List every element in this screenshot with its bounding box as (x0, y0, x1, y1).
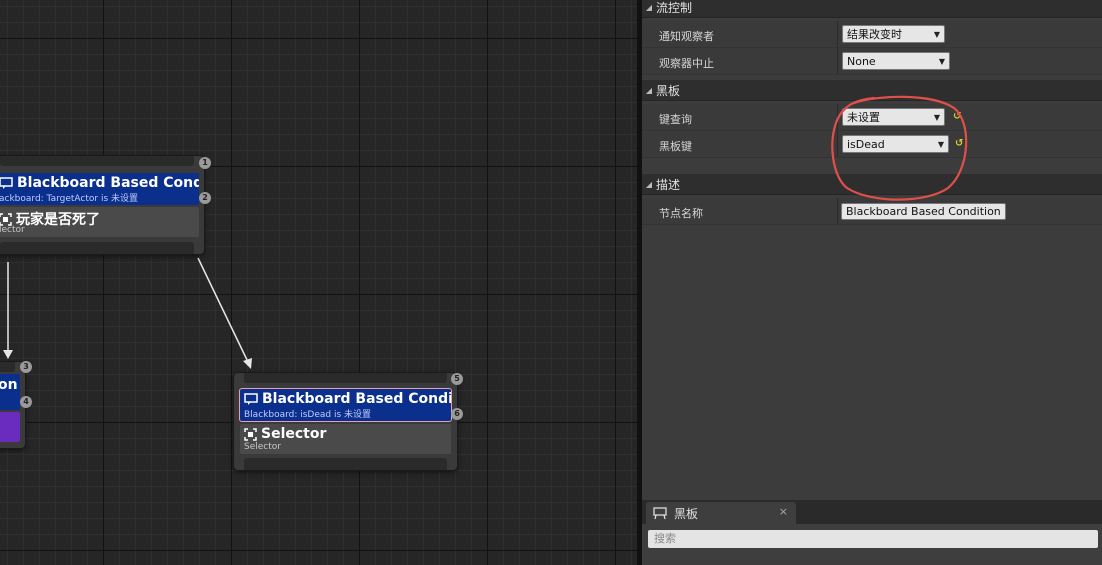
bt-node-selector[interactable]: Blackboard Based Condition Blackboard: i… (234, 373, 463, 470)
tab-label: 黑板 (674, 506, 699, 521)
decorator-subtitle: ackboard: TargetActor is 未设置 (0, 194, 138, 204)
search-input[interactable]: 搜索 (648, 530, 1098, 548)
decorator-blackboard-condition[interactable]: Blackboard Based Condition Blackboard: i… (240, 389, 451, 421)
composite-node[interactable]: 玩家是否死了 lector (0, 207, 199, 237)
composite-title: Selector (244, 426, 326, 442)
behavior-tree-graph[interactable]: Blackboard Based Condition ackboard: Tar… (0, 0, 640, 565)
reset-to-default-icon[interactable]: ↺ (953, 111, 961, 122)
tab-blackboard[interactable]: 黑板 × (646, 502, 796, 524)
execution-index-badge: 3 (20, 361, 32, 373)
dropdown-arrow-icon: ▼ (937, 140, 944, 149)
composite-title-text: 玩家是否死了 (16, 212, 100, 228)
property-label: 观察器中止 (659, 57, 714, 70)
dropdown-value: isDead (847, 138, 885, 151)
execution-index-badge: 5 (451, 373, 463, 385)
dropdown-arrow-icon: ▼ (938, 57, 945, 66)
category-label: 描述 (656, 177, 681, 192)
property-row-node-name: 节点名称 Blackboard Based Condition (642, 198, 1102, 225)
execution-index-badge: 4 (20, 396, 32, 408)
property-label: 节点名称 (659, 207, 703, 220)
property-row-notify-observer: 通知观察者 结果改变时 ▼ (642, 21, 1102, 48)
category-blackboard[interactable]: ◢ 黑板 (642, 80, 1102, 101)
collapse-triangle-icon: ◢ (645, 2, 653, 12)
collapse-triangle-icon: ◢ (645, 85, 653, 95)
node-input-pin[interactable] (0, 362, 15, 372)
execution-index-badge: 6 (451, 408, 463, 420)
decorator-subtitle: Blackboard: isDead is 未设置 (244, 410, 372, 420)
decorator-title-text: Blackboard Based Condition (17, 175, 199, 191)
node-name-field[interactable]: Blackboard Based Condition (841, 203, 1006, 220)
decorator-icon (0, 177, 13, 189)
reset-to-default-icon[interactable]: ↺ (955, 138, 963, 149)
selector-icon (244, 427, 257, 441)
bt-node-player-dead[interactable]: Blackboard Based Condition ackboard: Tar… (0, 156, 211, 254)
blackboard-key-dropdown[interactable]: isDead ▼ (842, 135, 949, 153)
selector-icon (0, 212, 12, 226)
composite-title-text: Selector (261, 426, 327, 442)
dropdown-arrow-icon: ▼ (933, 113, 940, 122)
column-divider[interactable] (837, 198, 838, 224)
decorator-title: Blackboard Based Condition (244, 391, 451, 407)
column-divider[interactable] (837, 104, 838, 130)
decorator-node[interactable]: on (0, 374, 20, 410)
decorator-blackboard-condition[interactable]: Blackboard Based Condition ackboard: Tar… (0, 173, 199, 205)
decorator-title-text: Blackboard Based Condition (262, 391, 451, 407)
blackboard-panel: 黑板 × 搜索 (642, 500, 1102, 565)
dropdown-value: 未设置 (847, 111, 880, 124)
close-icon[interactable]: × (779, 505, 788, 518)
execution-index-badge: 1 (199, 157, 211, 169)
notify-observer-dropdown[interactable]: 结果改变时 ▼ (842, 25, 945, 43)
node-input-pin[interactable] (244, 373, 447, 383)
property-row-key-query: 键查询 未设置 ▼ ↺ (642, 104, 1102, 131)
execution-index-badge: 2 (199, 192, 211, 204)
dropdown-value: 结果改变时 (847, 28, 902, 41)
collapse-triangle-icon: ◢ (645, 179, 653, 189)
property-row-blackboard-key: 黑板键 isDead ▼ ↺ (642, 131, 1102, 158)
dropdown-arrow-icon: ▼ (933, 30, 940, 39)
composite-subtitle: lector (0, 225, 25, 235)
decorator-title-text: on (0, 377, 18, 393)
composite-subtitle: Selector (244, 442, 281, 452)
category-label: 黑板 (656, 83, 681, 98)
column-divider[interactable] (837, 131, 838, 157)
node-output-pin[interactable] (0, 242, 194, 254)
key-query-dropdown[interactable]: 未设置 ▼ (842, 108, 945, 126)
details-panel: ◢ 流控制 通知观察者 结果改变时 ▼ 观察器中止 None ▼ ◢ 黑板 键查… (642, 0, 1102, 500)
composite-node[interactable]: Selector Selector (240, 424, 451, 454)
column-divider[interactable] (837, 48, 838, 74)
bt-node-left[interactable]: on 3 4 (0, 361, 32, 448)
node-output-pin[interactable] (244, 458, 447, 470)
decorator-title: on (0, 377, 18, 393)
property-row-observer-aborts: 观察器中止 None ▼ (642, 48, 1102, 75)
wire-arrowhead (243, 358, 252, 369)
wire-node1-to-node3 (197, 257, 249, 363)
node-input-pin[interactable] (0, 156, 194, 166)
category-label: 流控制 (656, 0, 693, 15)
property-label: 键查询 (659, 113, 692, 126)
connection-wires (3, 257, 252, 369)
decorator-title: Blackboard Based Condition (0, 175, 199, 191)
property-label: 黑板键 (659, 140, 692, 153)
dropdown-value: None (847, 55, 876, 68)
decorator-icon (244, 393, 258, 405)
column-divider[interactable] (837, 21, 838, 47)
category-flow-control[interactable]: ◢ 流控制 (642, 0, 1102, 18)
observer-aborts-dropdown[interactable]: None ▼ (842, 52, 950, 70)
blackboard-tab-icon (653, 507, 667, 520)
property-label: 通知观察者 (659, 30, 714, 43)
wire-arrowhead (3, 350, 13, 359)
category-description[interactable]: ◢ 描述 (642, 174, 1102, 195)
task-node-purple[interactable] (0, 412, 20, 442)
